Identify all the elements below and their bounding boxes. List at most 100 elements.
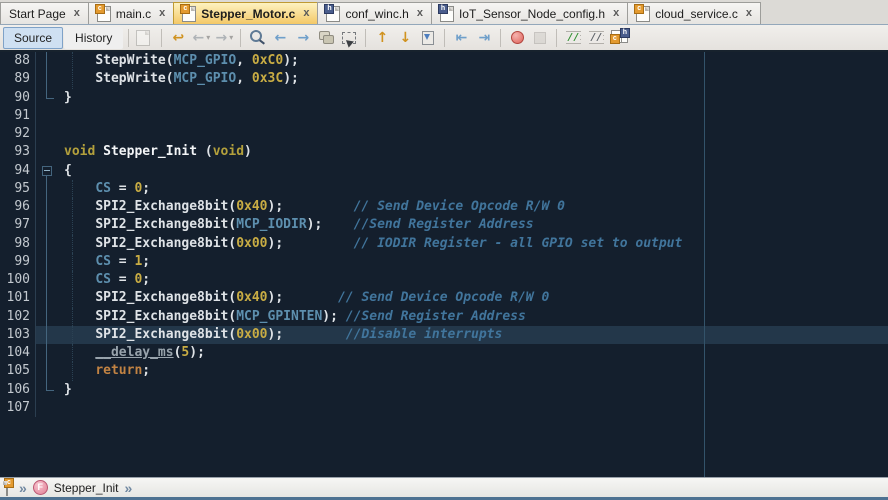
h-badge-icon: h	[324, 4, 334, 14]
c-badge-icon: c	[180, 4, 190, 14]
code-line[interactable]: 89 StepWrite(MCP_GPIO, 0x3C);	[0, 70, 888, 88]
line-number[interactable]: 92	[0, 125, 36, 143]
code-text: SPI2_Exchange8bit(0x40); // Send Device …	[58, 198, 888, 216]
close-tab-icon[interactable]: x	[613, 8, 619, 19]
shift-line-right-icon[interactable]: ⇥	[473, 27, 495, 49]
next-bookmark-icon[interactable]: ↓	[394, 27, 416, 49]
code-line[interactable]: 100 CS = 0;	[0, 271, 888, 289]
code-token: SPI2_Exchange8bit	[95, 309, 228, 324]
code-line[interactable]: 105 return;	[0, 362, 888, 380]
code-line[interactable]: 88 StepWrite(MCP_GPIO, 0xC0);	[0, 52, 888, 70]
last-edit-position-icon[interactable]: ↩	[167, 27, 189, 49]
fold-indicator	[36, 362, 58, 380]
fold-collapse-box-icon[interactable]	[42, 166, 52, 176]
line-number[interactable]: 93	[0, 143, 36, 161]
find-previous-occurrence-icon[interactable]: ←	[269, 27, 291, 49]
line-number[interactable]: 97	[0, 216, 36, 234]
source-view-button[interactable]: Source	[3, 27, 63, 49]
code-line[interactable]: 99 CS = 1;	[0, 253, 888, 271]
chevron-right-icon[interactable]: »	[19, 481, 27, 495]
line-body: return;	[36, 362, 888, 380]
code-line[interactable]: 91	[0, 107, 888, 125]
code-token	[64, 53, 95, 68]
close-tab-icon[interactable]: x	[417, 8, 423, 19]
code-token: Stepper_Init	[103, 144, 197, 159]
code-line[interactable]: 102 SPI2_Exchange8bit(MCP_GPINTEN); //Se…	[0, 308, 888, 326]
tab-start-page[interactable]: Start Pagex	[0, 2, 89, 24]
code-token	[64, 181, 95, 196]
tab-conf-winc-h[interactable]: hconf_winc.hx	[317, 2, 432, 24]
start-macro-recording-icon[interactable]	[506, 27, 528, 49]
code-token: __delay_ms	[95, 345, 173, 360]
code-line[interactable]: 97 SPI2_Exchange8bit(MCP_IODIR); //Send …	[0, 216, 888, 234]
code-line[interactable]: 104 __delay_ms(5);	[0, 344, 888, 362]
line-number[interactable]: 95	[0, 180, 36, 198]
line-number[interactable]: 91	[0, 107, 36, 125]
history-view-button[interactable]: History	[64, 27, 123, 49]
indent-guide	[72, 326, 73, 344]
line-number[interactable]: 102	[0, 308, 36, 326]
code-line[interactable]: 92	[0, 125, 888, 143]
code-text: __delay_ms(5);	[58, 344, 888, 362]
toolbar-separator	[128, 29, 129, 47]
rectangular-selection-icon[interactable]	[338, 27, 360, 49]
line-number[interactable]: 96	[0, 198, 36, 216]
toggle-bookmark-icon[interactable]	[417, 27, 439, 49]
breadcrumb-function-name[interactable]: Stepper_Init	[54, 481, 119, 495]
tab-stepper-motor-c[interactable]: cStepper_Motor.cx	[173, 2, 318, 24]
line-number[interactable]: 89	[0, 70, 36, 88]
line-number[interactable]: 90	[0, 89, 36, 107]
code-text: SPI2_Exchange8bit(0x00); //Disable inter…	[58, 326, 888, 344]
line-number[interactable]: 106	[0, 381, 36, 399]
code-line[interactable]: 98 SPI2_Exchange8bit(0x00); // IODIR Reg…	[0, 235, 888, 253]
uncomment-icon[interactable]: //	[585, 27, 607, 49]
code-token: StepWrite	[95, 71, 165, 86]
line-number[interactable]: 98	[0, 235, 36, 253]
line-number[interactable]: 105	[0, 362, 36, 380]
toggle-highlight-search-icon[interactable]	[315, 27, 337, 49]
find-next-occurrence-icon[interactable]: →	[292, 27, 314, 49]
tab-iot-sensor-node-config-h[interactable]: hIoT_Sensor_Node_config.hx	[431, 2, 628, 24]
code-line[interactable]: 103 SPI2_Exchange8bit(0x00); //Disable i…	[0, 326, 888, 344]
line-number[interactable]: 94	[0, 162, 36, 180]
line-number[interactable]: 103	[0, 326, 36, 344]
tab-main-c[interactable]: cmain.cx	[88, 2, 174, 24]
fold-indicator	[36, 381, 58, 399]
shift-line-left-icon[interactable]: ⇤	[450, 27, 472, 49]
line-number[interactable]: 104	[0, 344, 36, 362]
line-number[interactable]: 107	[0, 399, 36, 417]
tab-cloud-service-c[interactable]: ccloud_service.cx	[627, 2, 761, 24]
code-line[interactable]: 95 CS = 0;	[0, 180, 888, 198]
line-number[interactable]: 101	[0, 289, 36, 307]
line-number[interactable]: 99	[0, 253, 36, 271]
code-token: ;	[142, 363, 150, 378]
code-line[interactable]: 96 SPI2_Exchange8bit(0x40); // Send Devi…	[0, 198, 888, 216]
h-badge-icon: h	[620, 28, 630, 38]
code-line[interactable]: 94{	[0, 162, 888, 180]
line-number[interactable]: 88	[0, 52, 36, 70]
comment-icon[interactable]: //	[562, 27, 584, 49]
close-tab-icon[interactable]: x	[746, 8, 752, 19]
code-line[interactable]: 107	[0, 399, 888, 417]
line-body: SPI2_Exchange8bit(MCP_GPINTEN); //Send R…	[36, 308, 888, 326]
code-token: 0x40	[236, 290, 267, 305]
code-text	[58, 125, 888, 143]
code-line[interactable]: 93void Stepper_Init (void)	[0, 143, 888, 161]
code-line[interactable]: 106}	[0, 381, 888, 399]
close-tab-icon[interactable]: x	[74, 8, 80, 19]
code-line[interactable]: 90}	[0, 89, 888, 107]
toolbar-separator	[500, 29, 501, 47]
code-editor[interactable]: 88 StepWrite(MCP_GPIO, 0xC0);89 StepWrit…	[0, 52, 888, 477]
fold-indicator[interactable]	[36, 162, 58, 180]
line-body: StepWrite(MCP_GPIO, 0xC0);	[36, 52, 888, 70]
code-line[interactable]: 101 SPI2_Exchange8bit(0x40); // Send Dev…	[0, 289, 888, 307]
toggle-header-source-icon[interactable]: ch	[608, 27, 630, 49]
find-selection-icon[interactable]	[246, 27, 268, 49]
previous-bookmark-icon[interactable]: ↑	[371, 27, 393, 49]
chevron-right-icon[interactable]: »	[125, 481, 133, 495]
close-tab-icon[interactable]: x	[303, 8, 309, 19]
line-number[interactable]: 100	[0, 271, 36, 289]
close-tab-icon[interactable]: x	[159, 8, 165, 19]
code-token	[64, 236, 95, 251]
indent-guide	[72, 235, 73, 253]
